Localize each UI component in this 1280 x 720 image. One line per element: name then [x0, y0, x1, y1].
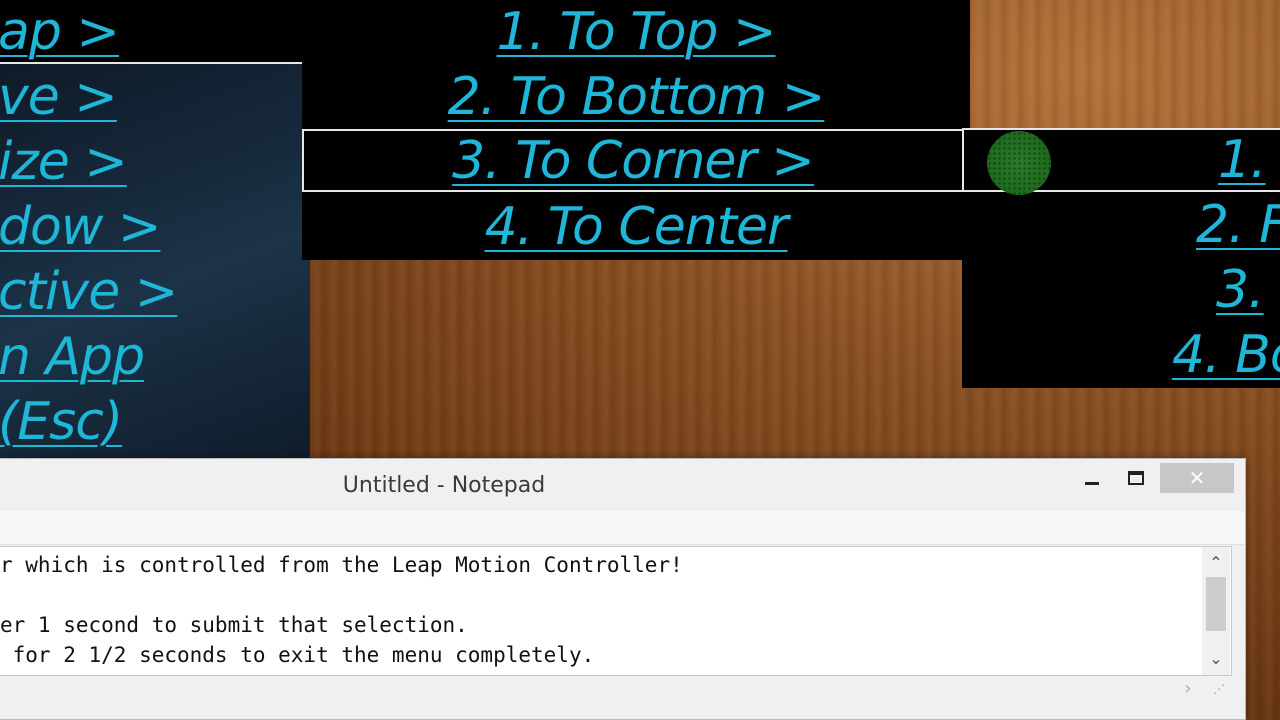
close-icon: ✕ [1188, 466, 1206, 490]
main-menu-panel: ap > ve > ize > dow > ctive > n App (Esc… [0, 0, 302, 460]
maximize-button[interactable] [1116, 463, 1156, 493]
corner-item-4[interactable]: 4. Bo [962, 323, 1280, 387]
notepad-titlebar[interactable]: Untitled - Notepad ✕ [0, 459, 1245, 511]
submenu-item-label: 3. To Corner > [452, 130, 815, 191]
editor-line: r which is controlled from the Leap Moti… [0, 553, 683, 577]
main-menu-item-resize[interactable]: ize > [0, 130, 302, 194]
notepad-menubar [0, 511, 1245, 545]
corner-item-label: 1. [1218, 130, 1267, 190]
main-menu-item-label: (Esc) [0, 392, 123, 452]
submenu-item-to-bottom[interactable]: 2. To Bottom > [302, 65, 970, 129]
vertical-scrollbar[interactable]: ⌃ ⌄ [1202, 547, 1230, 675]
editor-line: for 2 1/2 seconds to exit the menu compl… [0, 643, 595, 667]
close-button[interactable]: ✕ [1160, 463, 1234, 493]
main-menu-item-label: ize > [0, 132, 128, 192]
leap-cursor [987, 131, 1051, 195]
main-menu-item-window[interactable]: dow > [0, 195, 302, 259]
notepad-window: Untitled - Notepad ✕ r which is controll… [0, 458, 1246, 720]
scroll-thumb[interactable] [1206, 577, 1226, 631]
main-menu-item-exit[interactable]: (Esc) [0, 390, 302, 454]
submenu-item-label: 1. To Top > [496, 2, 776, 62]
notepad-text-area[interactable]: r which is controlled from the Leap Moti… [0, 546, 1232, 676]
main-menu-item-label: dow > [0, 197, 161, 257]
scroll-up-icon[interactable]: ⌃ [1202, 551, 1230, 575]
submenu-item-label: 2. To Bottom > [447, 67, 826, 127]
corner-item-label: 4. Bo [1172, 325, 1280, 385]
main-menu-item-active[interactable]: ctive > [0, 260, 302, 324]
resize-grip-icon[interactable]: ⋰ [1208, 678, 1230, 700]
scroll-right-icon[interactable]: › [1178, 676, 1198, 702]
submenu-item-to-corner[interactable]: 3. To Corner > [302, 129, 964, 192]
corner-item-label: 2. F [1196, 195, 1280, 255]
main-menu-item-app[interactable]: n App [0, 325, 302, 389]
submenu-item-to-top[interactable]: 1. To Top > [302, 0, 970, 64]
main-menu-item-label: ctive > [0, 262, 178, 322]
horizontal-scrollbar[interactable]: › ⋰ [0, 676, 1232, 702]
corner-item-2[interactable]: 2. F [962, 193, 1280, 257]
maximize-icon [1128, 471, 1144, 485]
scroll-down-icon[interactable]: ⌄ [1202, 647, 1230, 671]
editor-line: er 1 second to submit that selection. [0, 613, 468, 637]
main-menu-item-move[interactable]: ve > [0, 65, 302, 129]
main-menu-item-label: ap > [0, 2, 120, 62]
minimize-button[interactable] [1072, 463, 1112, 493]
window-title: Untitled - Notepad [342, 473, 546, 498]
corner-item-3[interactable]: 3. [962, 258, 1280, 322]
submenu-item-label: 4. To Center [484, 197, 789, 257]
main-menu-item-label: n App [0, 327, 145, 387]
corner-item-label: 3. [1216, 260, 1265, 320]
move-submenu-panel: 1. To Top > 2. To Bottom > 3. To Corner … [302, 0, 970, 260]
main-menu-item-label: ve > [0, 67, 118, 127]
minimize-icon [1085, 481, 1099, 485]
submenu-item-to-center[interactable]: 4. To Center [302, 195, 970, 259]
main-menu-item-snap[interactable]: ap > [0, 0, 302, 64]
